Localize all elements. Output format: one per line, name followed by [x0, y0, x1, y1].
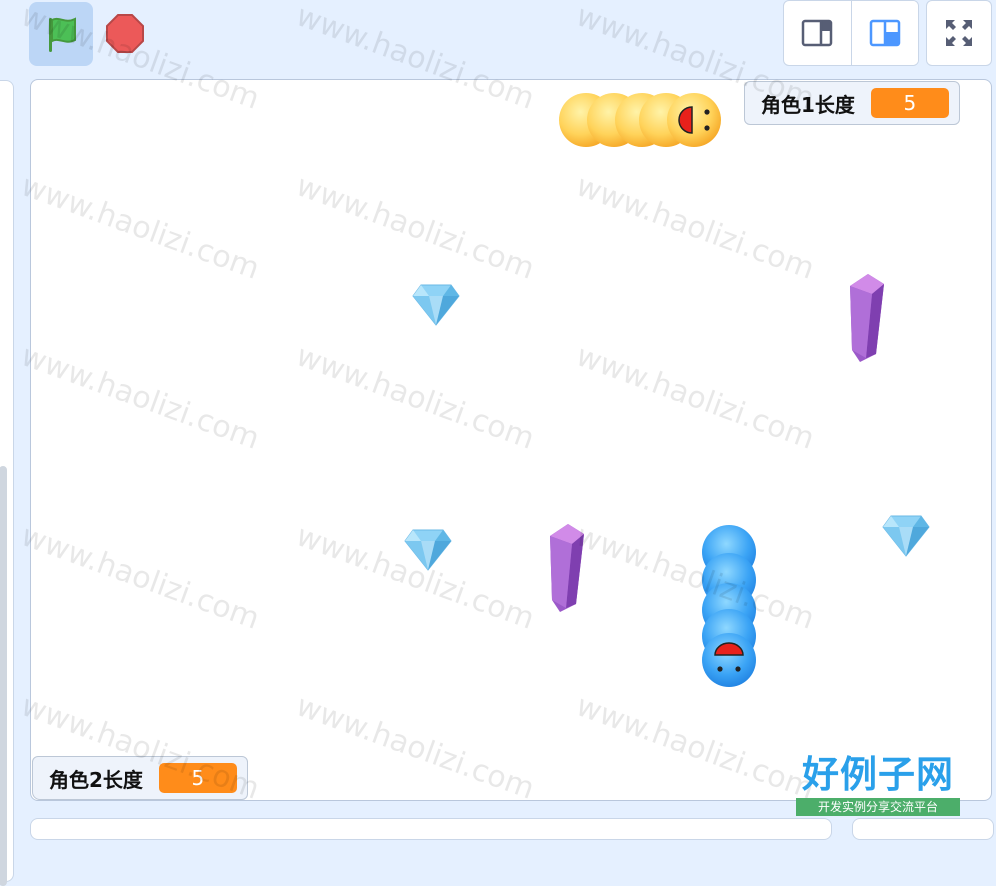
green-flag-button[interactable] [29, 2, 93, 66]
stage[interactable]: 角色1长度 5 角色2长度 5 [30, 79, 992, 801]
fullscreen-button[interactable] [926, 0, 992, 66]
monitor-label: 角色2长度 [49, 767, 143, 792]
diamond-sprite[interactable] [403, 528, 453, 572]
small-stage-icon [802, 19, 833, 47]
green-flag-icon [49, 17, 76, 52]
stage-toolbar [0, 0, 996, 72]
diamond-sprite[interactable] [411, 283, 461, 327]
monitor-label: 角色1长度 [761, 92, 855, 117]
logo-subtitle: 开发实例分享交流平台 [796, 798, 960, 816]
snake-2-sprite[interactable] [699, 522, 759, 690]
sprite-pane-edge [30, 818, 832, 840]
stop-sign-icon [106, 14, 144, 53]
crystal-sprite[interactable] [546, 522, 590, 616]
snake-1-sprite[interactable] [556, 90, 726, 152]
diamond-sprite[interactable] [881, 514, 931, 558]
small-stage-button[interactable] [784, 1, 851, 65]
scrollbar[interactable] [0, 466, 7, 886]
site-logo-watermark: 好例子网 开发实例分享交流平台 [796, 752, 960, 818]
backdrop-pane-edge [852, 818, 994, 840]
fullscreen-icon [946, 20, 972, 46]
variable-monitor-snake2[interactable]: 角色2长度 5 [32, 756, 248, 800]
monitor-value: 5 [870, 88, 949, 118]
monitor-value: 5 [158, 763, 237, 793]
logo-title: 好例子网 [802, 752, 954, 796]
stage-size-toggle [783, 0, 919, 66]
stop-button[interactable] [93, 2, 157, 66]
variable-monitor-snake1[interactable]: 角色1长度 5 [744, 81, 960, 125]
normal-stage-icon [869, 19, 900, 47]
crystal-sprite[interactable] [846, 272, 890, 366]
normal-stage-button[interactable] [850, 1, 918, 65]
code-area-edge [0, 80, 14, 886]
